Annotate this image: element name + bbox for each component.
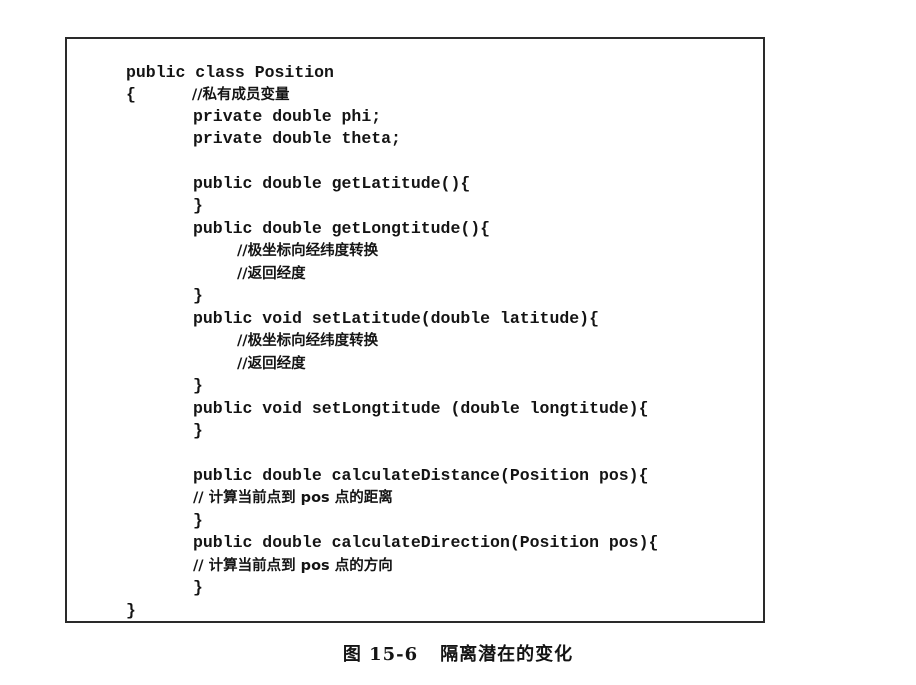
code-line-calculate-direction: public double calculateDirection(Positio… xyxy=(193,533,659,552)
code-line-comment-return-2: //返回经度 xyxy=(237,356,306,372)
code-line-class-close-brace: } xyxy=(126,601,136,620)
figure-caption: 图 15-6 隔离潜在的变化 xyxy=(0,640,916,666)
code-line-field-phi: private double phi; xyxy=(193,107,382,126)
code-line-set-latitude: public void setLatitude(double latitude)… xyxy=(193,309,599,328)
code-listing-frame: public class Position { //私有成员变量 private … xyxy=(65,37,765,623)
code-line-close-get-longtitude: } xyxy=(193,286,203,305)
code-line-close-set-latitude: } xyxy=(193,376,203,395)
code-line-comment-distance: // 计算当前点到 pos 点的距离 xyxy=(193,490,393,506)
code-line-get-latitude: public double getLatitude(){ xyxy=(193,174,471,193)
code-line-open-brace: { //私有成员变量 xyxy=(126,84,290,106)
comment-private-fields: //私有成员变量 xyxy=(191,87,290,103)
code-line-set-longtitude: public void setLongtitude (double longti… xyxy=(193,399,649,418)
code-line-close-calculate-direction: } xyxy=(193,578,203,597)
figure-number: 图 15-6 xyxy=(342,644,419,665)
code-line-close-calculate-distance: } xyxy=(193,511,203,530)
open-brace: { xyxy=(126,85,136,104)
code-line-comment-direction: // 计算当前点到 pos 点的方向 xyxy=(193,558,393,574)
code-line-close-get-latitude: } xyxy=(193,196,203,215)
code-line-comment-convert-2: //极坐标向经纬度转换 xyxy=(237,333,379,349)
code-line-comment-return-1: //返回经度 xyxy=(237,266,306,282)
code-line-comment-convert-1: //极坐标向经纬度转换 xyxy=(237,243,379,259)
figure-title: 隔离潜在的变化 xyxy=(440,644,574,665)
code-line-get-longtitude: public double getLongtitude(){ xyxy=(193,219,491,238)
code-line-calculate-distance: public double calculateDistance(Position… xyxy=(193,466,649,485)
code-line-field-theta: private double theta; xyxy=(193,129,401,148)
code-line-class-declaration: public class Position xyxy=(126,63,334,82)
code-line-close-set-longtitude: } xyxy=(193,421,203,440)
